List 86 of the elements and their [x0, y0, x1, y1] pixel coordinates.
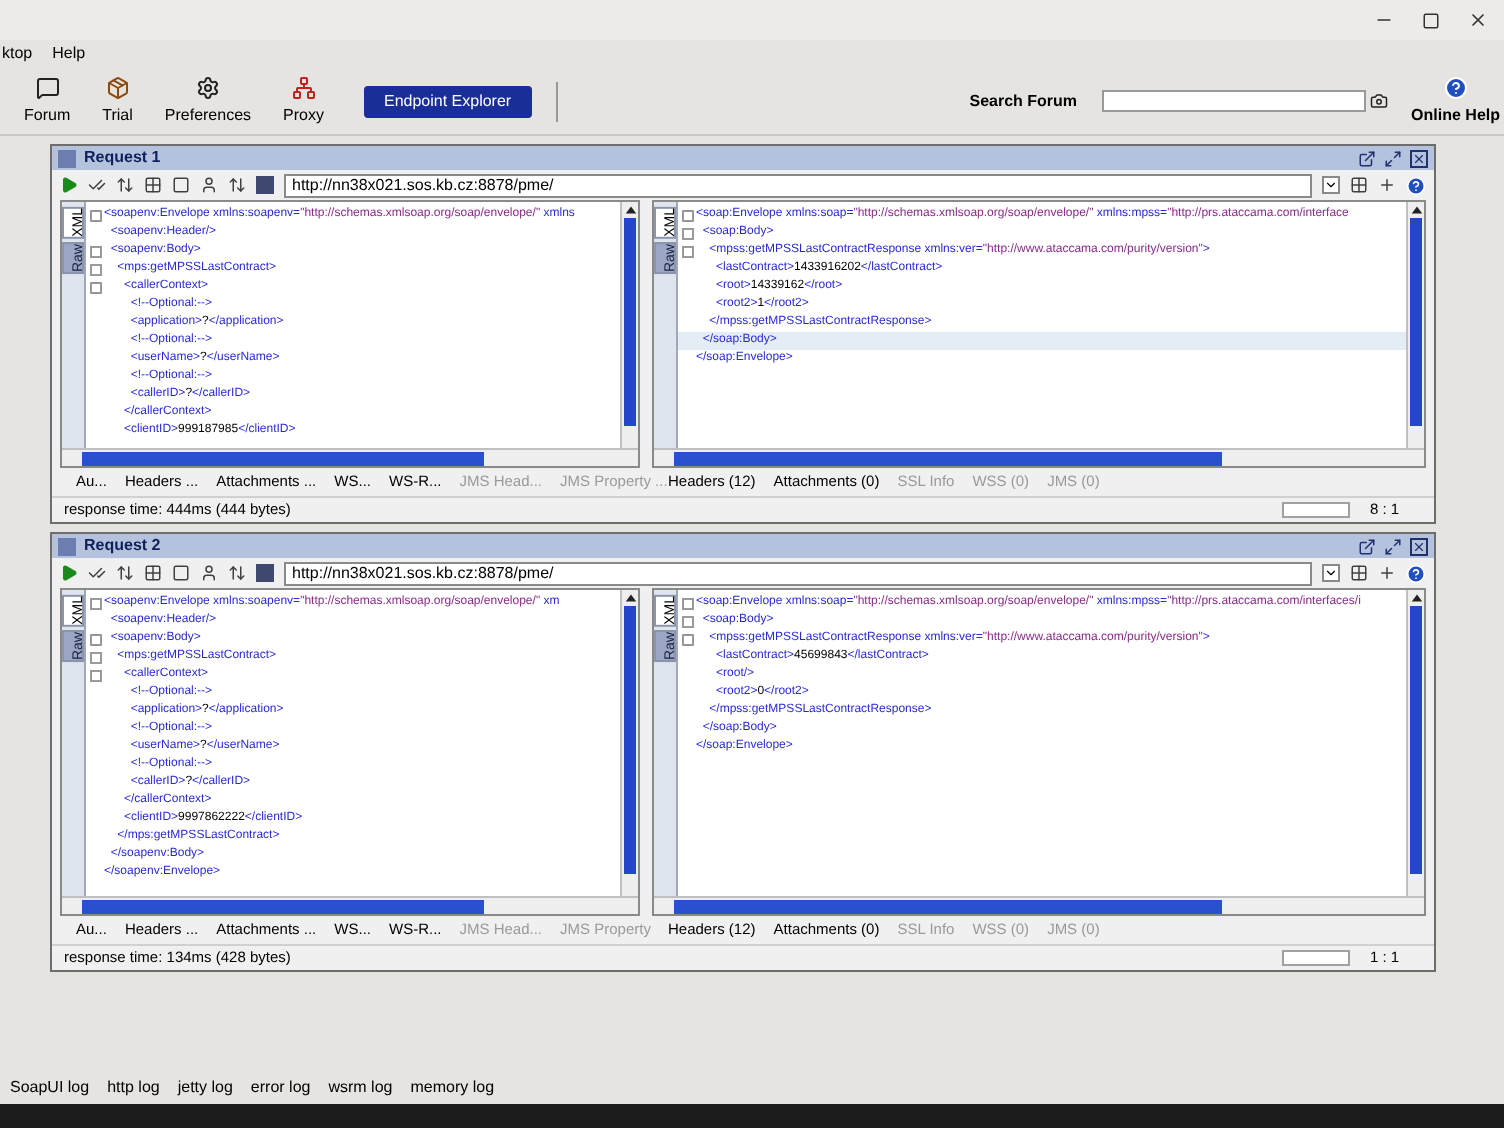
toolbar-icon[interactable]: [228, 564, 246, 582]
menu-item[interactable]: Help: [52, 42, 86, 66]
fold-toggle[interactable]: [89, 633, 101, 645]
help-icon[interactable]: [1406, 563, 1426, 583]
scroll-up-icon[interactable]: [1409, 590, 1423, 606]
fold-toggle[interactable]: [89, 263, 101, 275]
online-help-button[interactable]: Online Help: [1411, 75, 1500, 127]
help-icon[interactable]: [1406, 175, 1426, 195]
play-icon[interactable]: [60, 564, 78, 582]
toolbar-icon: [105, 75, 130, 99]
toolbar-icon[interactable]: [228, 176, 246, 194]
search-field[interactable]: [1101, 90, 1366, 112]
vertical-scrollbar[interactable]: [1406, 202, 1424, 448]
fold-toggle[interactable]: [89, 597, 101, 609]
toolbar-icon[interactable]: [88, 564, 106, 582]
toolbar-icon[interactable]: [172, 176, 190, 194]
fold-toggle[interactable]: [681, 597, 693, 609]
scroll-up-icon[interactable]: [623, 590, 637, 606]
toolbar-icon[interactable]: [116, 176, 134, 194]
log-tab[interactable]: http log: [107, 1076, 160, 1100]
close-icon[interactable]: [1468, 10, 1488, 30]
camera-icon[interactable]: [1369, 92, 1388, 110]
xml-editor[interactable]: [60, 200, 640, 468]
log-tab[interactable]: error log: [250, 1076, 311, 1100]
log-tab[interactable]: SoapUI log: [10, 1076, 90, 1100]
detach-icon[interactable]: [1358, 149, 1376, 167]
close-icon[interactable]: [1410, 149, 1428, 167]
horizontal-scrollbar[interactable]: [62, 896, 638, 914]
maximize-icon[interactable]: [1384, 149, 1402, 167]
fold-toggle[interactable]: [681, 209, 693, 221]
toolbar-icon[interactable]: [200, 564, 218, 582]
fold-toggle[interactable]: [681, 633, 693, 645]
add-icon[interactable]: [1378, 176, 1396, 194]
dropdown-icon[interactable]: [1322, 564, 1340, 582]
toolbar-icon: [195, 75, 220, 99]
help-icon: [1443, 75, 1468, 99]
horizontal-scrollbar[interactable]: [654, 448, 1424, 466]
horizontal-scrollbar[interactable]: [62, 448, 638, 466]
add-icon[interactable]: [1378, 564, 1396, 582]
fold-toggle[interactable]: [681, 245, 693, 257]
toolbar-icon[interactable]: [144, 564, 162, 582]
fold-toggle[interactable]: [89, 281, 101, 293]
toolbar-button[interactable]: Forum: [20, 75, 75, 127]
dropdown-icon[interactable]: [1322, 176, 1340, 194]
toolbar-icon[interactable]: [1350, 564, 1368, 582]
toolbar-icon[interactable]: [1350, 176, 1368, 194]
menu-item[interactable]: ktop: [2, 42, 33, 66]
scroll-up-icon[interactable]: [623, 202, 637, 218]
toolbar-icon[interactable]: [116, 564, 134, 582]
vertical-scrollbar[interactable]: [620, 202, 638, 448]
vertical-scrollbar[interactable]: [1406, 590, 1424, 896]
toolbar-button[interactable]: Proxy: [279, 75, 328, 127]
url-field[interactable]: http://nn38x021.sos.kb.cz:8878/pme/: [284, 561, 1312, 585]
endpoint-explorer-button[interactable]: Endpoint Explorer: [363, 85, 532, 117]
vertical-scrollbar[interactable]: [620, 590, 638, 896]
toolbar-button[interactable]: Trial: [98, 75, 137, 127]
fold-toggle[interactable]: [89, 651, 101, 663]
panel-title: Request 2: [84, 534, 161, 558]
search-label: Search Forum: [969, 89, 1078, 113]
xml-editor[interactable]: [652, 200, 1426, 468]
scroll-up-icon[interactable]: [1409, 202, 1423, 218]
maximize-icon[interactable]: [1422, 11, 1440, 29]
log-tab[interactable]: wsrm log: [328, 1076, 393, 1100]
url-field[interactable]: http://nn38x021.sos.kb.cz:8878/pme/: [284, 173, 1312, 197]
toolbar-icon[interactable]: [200, 176, 218, 194]
fold-toggle[interactable]: [89, 209, 101, 221]
toolbar-icon[interactable]: [172, 564, 190, 582]
xml-editor[interactable]: [60, 588, 640, 916]
toolbar-button[interactable]: Preferences: [160, 75, 256, 127]
maximize-icon[interactable]: [1384, 537, 1402, 555]
toolbar-icon[interactable]: [144, 176, 162, 194]
toolbar-icon[interactable]: [88, 176, 106, 194]
fold-toggle[interactable]: [681, 227, 693, 239]
fold-toggle[interactable]: [681, 615, 693, 627]
play-icon[interactable]: [60, 176, 78, 194]
detach-icon[interactable]: [1358, 537, 1376, 555]
close-icon[interactable]: [1410, 537, 1428, 555]
xml-editor[interactable]: [652, 588, 1426, 916]
fold-toggle[interactable]: [89, 669, 101, 681]
fold-toggle[interactable]: [89, 245, 101, 257]
toolbar-icon: [291, 75, 316, 99]
panel-title: Request 1: [84, 146, 161, 170]
horizontal-scrollbar[interactable]: [654, 896, 1424, 914]
log-tab[interactable]: memory log: [410, 1076, 495, 1100]
toolbar-icon: [35, 75, 60, 99]
log-tab[interactable]: jetty log: [177, 1076, 233, 1100]
